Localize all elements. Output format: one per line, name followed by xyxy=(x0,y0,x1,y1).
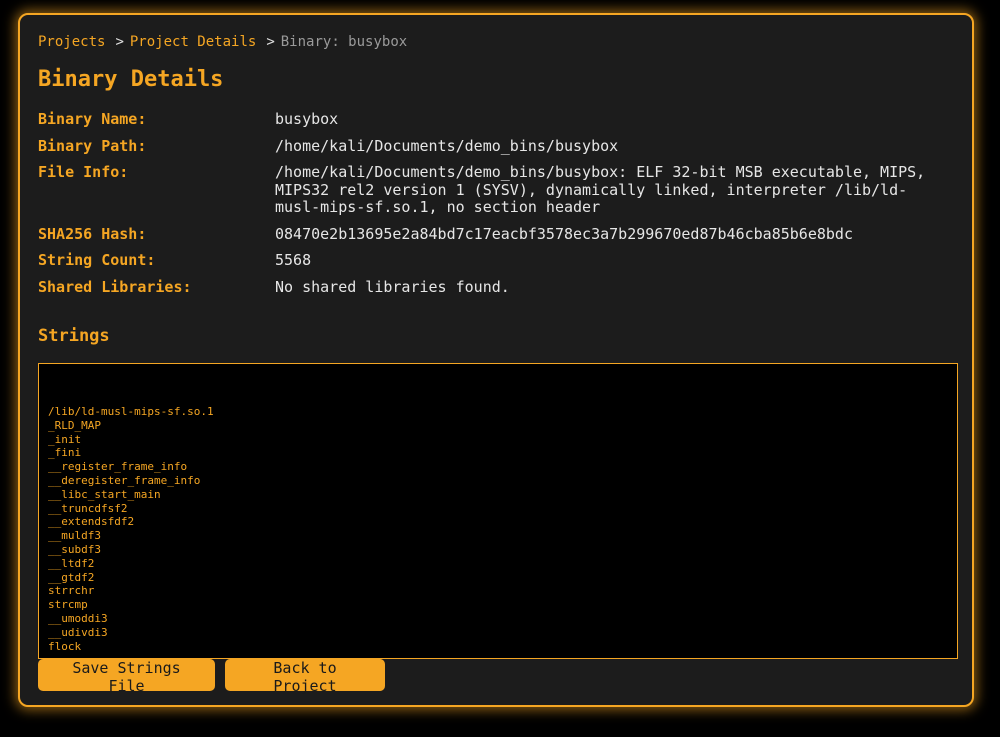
detail-value: /home/kali/Documents/demo_bins/busybox xyxy=(275,136,619,155)
string-item: __udivdi3 xyxy=(48,625,108,639)
string-item: _init xyxy=(48,432,82,446)
detail-value: No shared libraries found. xyxy=(275,277,510,296)
string-item: __umoddi3 xyxy=(48,611,108,625)
detail-value: busybox xyxy=(275,110,339,128)
detail-label: File Info: xyxy=(38,163,129,181)
save-strings-file-button[interactable]: Save Strings File xyxy=(38,659,215,695)
back-to-project-button[interactable]: Back to Project xyxy=(225,659,385,695)
string-item: __ltdf2 xyxy=(48,556,95,570)
breadcrumb-projects-link[interactable]: Projects xyxy=(38,34,105,50)
breadcrumb-separator: > xyxy=(266,34,275,50)
detail-row-binary-name: Binary Name: busybox xyxy=(38,110,948,129)
page-title: Binary Details xyxy=(38,67,224,92)
string-item: _fini xyxy=(48,446,82,460)
string-item: strcmp xyxy=(48,598,88,612)
string-item: strrchr xyxy=(48,584,95,598)
string-item: /lib/ld-musl-mips-sf.so.1 xyxy=(48,405,214,418)
binary-details-panel: Projects > Project Details > Binary: busybox… xyxy=(18,13,974,707)
detail-value: 08470e2b13695e2a84bd7c17eacbf3578ec3a7b2… xyxy=(275,224,853,243)
string-item: __libc_start_main xyxy=(48,487,161,501)
detail-row-sha256-hash: SHA256 Hash: 08470e2b13695e2a84bd7c17eac… xyxy=(38,224,948,244)
breadcrumb: Projects > Project Details > Binary: busybox xyxy=(38,33,407,51)
string-item: __muldf3 xyxy=(48,529,101,543)
breadcrumb-project-details-link[interactable]: Project Details xyxy=(130,34,256,50)
string-item: __subdf3 xyxy=(48,542,101,556)
detail-value: /home/kali/Documents/demo_bins/busybox: … xyxy=(275,163,926,216)
string-item: flock xyxy=(48,639,82,653)
breadcrumb-current: Binary: busybox xyxy=(280,34,408,50)
string-item: __deregister_frame_info xyxy=(48,473,201,487)
strings-list-box[interactable]: /lib/ld-musl-mips-sf.so.1 _RLD_MAP _init _f… xyxy=(38,363,958,659)
detail-label: Binary Path: xyxy=(38,136,147,155)
strings-section-title: Strings xyxy=(38,326,110,346)
detail-label: Binary Name: xyxy=(38,110,147,128)
string-item: __gtdf2 xyxy=(48,570,95,584)
detail-row-binary-path: Binary Path: /home/kali/Documents/demo_b… xyxy=(38,136,948,156)
detail-row-file-info: File Info: /home/kali/Documents/demo_bin… xyxy=(38,163,948,217)
detail-label: SHA256 Hash: xyxy=(38,224,147,243)
detail-row-string-count: String Count: 5568 xyxy=(38,251,948,270)
breadcrumb-separator: > xyxy=(115,34,124,50)
string-item: _RLD_MAP xyxy=(48,418,101,432)
detail-label: String Count: xyxy=(38,251,156,269)
binary-details-list: Binary Name: busybox Binary Path: /home/… xyxy=(38,110,948,305)
detail-value: 5568 xyxy=(275,251,312,269)
string-item: __extendsfdf2 xyxy=(48,515,135,529)
string-item: __truncdfsf2 xyxy=(48,501,128,515)
detail-row-shared-libraries: Shared Libraries: No shared libraries fo… xyxy=(38,277,948,297)
string-item: __register_frame_info xyxy=(48,460,188,474)
detail-label: Shared Libraries: xyxy=(38,277,192,296)
